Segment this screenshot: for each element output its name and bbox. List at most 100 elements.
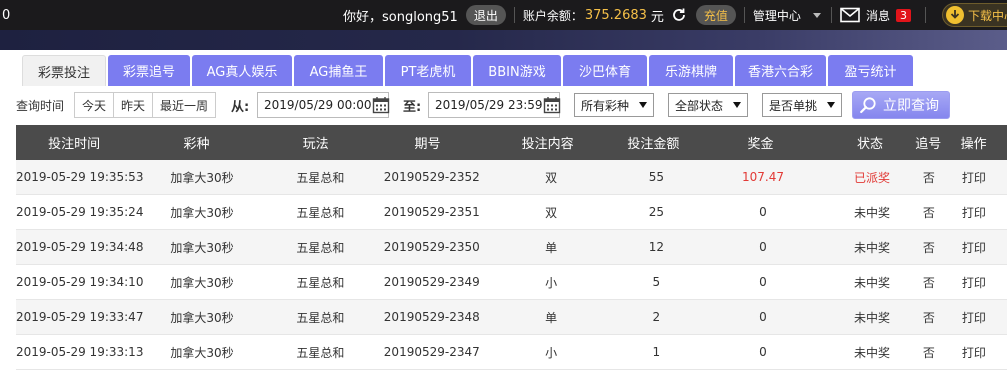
play-type-cell: 五星总和 <box>296 345 345 360</box>
play-type-cell: 五星总和 <box>296 275 345 290</box>
prize-cell: 0 <box>759 310 767 324</box>
status-cell: 未中奖 <box>853 345 890 360</box>
status-cell: 未中奖 <box>853 310 890 325</box>
bet-time-cell: 2019-05-29 19:33:47 <box>16 310 144 324</box>
divider <box>830 7 832 23</box>
today-button[interactable]: 今天 <box>75 93 115 117</box>
bet-amount-cell: 5 <box>652 275 661 289</box>
tab-lottery-bet[interactable]: 彩票投注 <box>22 55 106 86</box>
bet-time-cell: 2019-05-29 19:33:13 <box>16 345 144 359</box>
mail-icon[interactable] <box>840 7 860 23</box>
play-type-cell: 五星总和 <box>296 310 345 325</box>
bet-content-cell: 双 <box>545 205 558 220</box>
management-center-menu[interactable]: 管理中心 <box>753 7 801 24</box>
message-count-badge: 3 <box>895 8 911 22</box>
refresh-icon[interactable] <box>670 6 688 24</box>
bet-time-cell: 2019-05-29 19:35:24 <box>16 205 144 219</box>
lottery-type-select[interactable]: 所有彩种 <box>574 93 654 117</box>
bet-amount-cell: 2 <box>652 310 661 324</box>
tab-ag-live[interactable]: AG真人娱乐 <box>192 55 292 86</box>
tab-ag-fishing[interactable]: AG捕鱼王 <box>294 55 383 86</box>
column-header: 状态 <box>857 137 884 152</box>
tab-bbin-games[interactable]: BBIN游戏 <box>473 55 561 86</box>
tab-leyou-chess[interactable]: 乐游棋牌 <box>649 55 733 86</box>
download-center-button[interactable]: 下载中心 <box>942 3 1007 27</box>
table-row: 2019-05-29 19:35:24 加拿大30秒 五星总和 20190529-23… <box>16 195 1007 230</box>
table-row: 2019-05-29 19:34:48 加拿大30秒 五星总和 20190529-23… <box>16 230 1007 265</box>
tab-profit-loss[interactable]: 盈亏统计 <box>828 55 913 86</box>
query-time-label: 查询时间 <box>16 98 65 113</box>
print-link[interactable]: 打印 <box>941 309 1007 326</box>
bet-content-cell: 双 <box>545 170 558 185</box>
calendar-icon[interactable] <box>543 96 561 114</box>
query-button[interactable]: 立即查询 <box>852 91 950 119</box>
print-link[interactable]: 打印 <box>941 274 1007 291</box>
column-header: 投注金额 <box>627 137 680 152</box>
issue-cell: 20190529-2352 <box>383 170 480 184</box>
bet-amount-cell: 25 <box>648 205 665 219</box>
download-icon <box>946 6 964 24</box>
bet-content-cell: 单 <box>545 240 558 255</box>
bet-amount-cell: 12 <box>648 240 665 254</box>
bet-time-cell: 2019-05-29 19:34:48 <box>16 240 144 254</box>
table-row: 2019-05-29 19:33:47 加拿大30秒 五星总和 20190529-23… <box>16 300 1007 335</box>
main-tabs: 彩票投注 彩票追号 AG真人娱乐 AG捕鱼王 PT老虎机 BBIN游戏 沙巴体育… <box>0 50 1007 88</box>
status-value: 全部状态 <box>675 98 724 113</box>
tab-pt-slots[interactable]: PT老虎机 <box>385 55 471 86</box>
last-week-button[interactable]: 最近一周 <box>153 93 215 117</box>
issue-cell: 20190529-2350 <box>383 240 480 254</box>
print-link[interactable]: 打印 <box>941 344 1007 361</box>
status-select[interactable]: 全部状态 <box>668 93 748 117</box>
column-header: 投注时间 <box>48 137 101 152</box>
messages-link[interactable]: 消息 <box>866 7 890 24</box>
bet-time-cell: 2019-05-29 19:35:53 <box>16 170 144 184</box>
bet-content-cell: 单 <box>545 310 558 325</box>
bet-amount-cell: 1 <box>652 345 661 359</box>
play-type-cell: 五星总和 <box>296 170 345 185</box>
issue-cell: 20190529-2349 <box>383 275 480 289</box>
print-link[interactable]: 打印 <box>941 204 1007 221</box>
lottery-type-value: 所有彩种 <box>581 98 630 113</box>
table-body: 2019-05-29 19:35:53 加拿大30秒 五星总和 20190529-23… <box>16 160 1007 370</box>
issue-cell: 20190529-2351 <box>383 205 480 219</box>
greeting-text: 你好，songlong51 <box>343 9 458 25</box>
play-type-cell: 五星总和 <box>296 240 345 255</box>
single-bet-select[interactable]: 是否单挑 <box>762 93 842 117</box>
print-link[interactable]: 打印 <box>941 239 1007 256</box>
tab-saba-sports[interactable]: 沙巴体育 <box>563 55 647 86</box>
logout-button[interactable]: 退出 <box>465 5 506 25</box>
issue-cell: 20190529-2348 <box>383 310 480 324</box>
column-header: 玩法 <box>302 137 329 152</box>
divider <box>743 7 745 23</box>
end-date-field[interactable]: 2019/05/29 23:59 <box>428 92 560 118</box>
tab-lottery-chase[interactable]: 彩票追号 <box>108 55 190 86</box>
column-header: 奖金 <box>747 137 774 152</box>
balance-unit: 元 <box>650 9 664 25</box>
column-header: 追号 <box>915 137 942 152</box>
status-cell: 已派奖 <box>853 170 890 185</box>
table-header: 投注时间 彩种 玩法 期号 投注内容 投注金额 奖金 状态 追号 操作 <box>16 125 1007 160</box>
top-bar-left: 0 <box>0 0 10 30</box>
prize-cell: 0 <box>759 205 767 219</box>
yesterday-button[interactable]: 昨天 <box>114 93 154 117</box>
tab-hk-mark-six[interactable]: 香港六合彩 <box>735 55 826 86</box>
chase-cell: 否 <box>922 240 935 255</box>
top-bar-right: 你好，songlong51 退出 账户余额： 375.2683 元 充值 管理中… <box>343 0 934 30</box>
column-header: 操作 <box>960 137 987 152</box>
start-date-field[interactable]: 2019/05/29 00:00 <box>257 92 389 118</box>
end-date-value: 2019/05/29 23:59 <box>435 98 543 112</box>
lottery-cell: 加拿大30秒 <box>170 170 234 185</box>
chase-cell: 否 <box>922 205 935 220</box>
chevron-down-icon[interactable] <box>812 12 821 18</box>
status-cell: 未中奖 <box>853 275 890 290</box>
header-banner <box>0 30 1007 50</box>
filter-bar: 查询时间 今天 昨天 最近一周 从: 2019/05/29 00:00 至: 2… <box>0 88 1007 123</box>
balance-value: 375.2683 <box>584 7 647 23</box>
print-link[interactable]: 打印 <box>941 169 1007 186</box>
truncated-text: 0 <box>2 7 11 23</box>
recharge-button[interactable]: 充值 <box>695 5 736 25</box>
calendar-icon[interactable] <box>372 96 390 114</box>
table-row: 2019-05-29 19:35:53 加拿大30秒 五星总和 20190529-23… <box>16 160 1007 195</box>
table-row: 2019-05-29 19:33:13 加拿大30秒 五星总和 20190529-23… <box>16 335 1007 370</box>
from-label: 从: <box>231 99 250 115</box>
